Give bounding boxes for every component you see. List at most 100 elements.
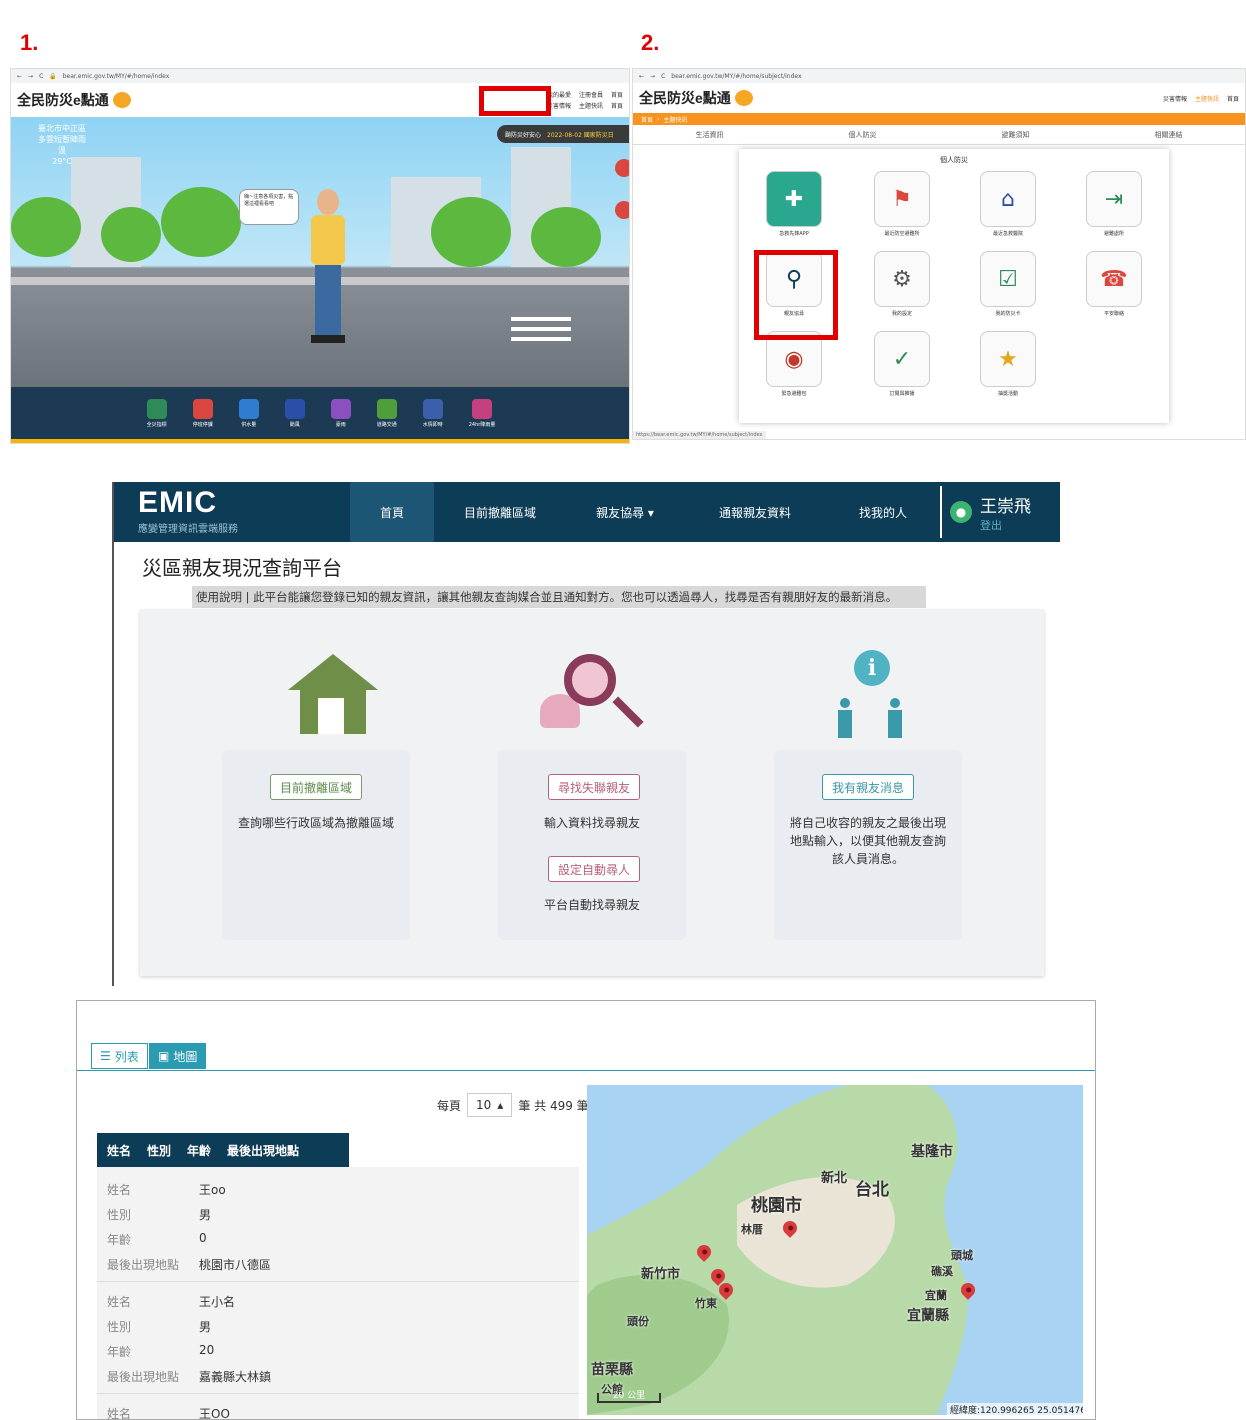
grid-item-settings[interactable]: ⚙ 我的設定 (873, 251, 931, 317)
user-name: 王崇飛 (980, 496, 1031, 517)
url-text[interactable]: bear.emic.gov.tw/MY/#/home/index (63, 73, 170, 80)
weather-temp: 29°C (52, 157, 72, 166)
grid-item-firstaid[interactable]: ✚ 急救先鋒APP (765, 171, 823, 237)
quick-icon-school[interactable]: 停班停課 (192, 398, 213, 428)
grid-item-evac[interactable]: ⇥ 避難處所 (1085, 171, 1143, 237)
main-menu: 災害情報 主題快訊 首頁 (547, 101, 623, 110)
tab-list[interactable]: ☰ 列表 (91, 1043, 148, 1069)
grid-item-hospital[interactable]: ⌂ 最近急救醫院 (979, 171, 1037, 237)
rainfall-icon (472, 398, 493, 419)
fire-icon[interactable] (615, 201, 629, 219)
record-name: 王OO (199, 1407, 230, 1420)
panel-subject-screenshot: ← → C bear.emic.gov.tw/MY/#/home/subject… (632, 68, 1246, 440)
menu-home-2[interactable]: 首頁 (1227, 94, 1239, 103)
quick-icon-water[interactable]: 供水量 (238, 398, 259, 428)
bear-mascot-icon (112, 92, 131, 108)
menu-topics-2[interactable]: 主題快訊 (1195, 94, 1219, 103)
first-aid-icon: ✚ (766, 171, 822, 227)
forward-icon[interactable]: → (650, 73, 655, 80)
auto-search-button[interactable]: 設定自動尋人 (548, 856, 640, 882)
col-age[interactable]: 年齡 (187, 1142, 211, 1159)
back-icon[interactable]: ← (639, 73, 644, 80)
site-logo[interactable]: 全民防災e點通 (17, 90, 109, 110)
ticker-badge: 颱防災好安心 (505, 131, 542, 139)
map-icon: ▣ (158, 1049, 170, 1063)
breadcrumb-topics: 主題快訊 (663, 116, 688, 124)
grid-item-lottery[interactable]: ★ 抽獎活動 (979, 331, 1037, 397)
nav-find-me[interactable]: 找我的人 (826, 482, 940, 542)
per-page-select[interactable]: 10 ▴ (467, 1093, 513, 1117)
page-title: 災區親友現況查詢平台 (142, 556, 342, 580)
tab-personal[interactable]: 個人防災 (849, 130, 877, 140)
alert-icon[interactable] (615, 159, 629, 177)
family-news-desc: 將自己收容的親友之最後出現地點輸入，以便其他親友查詢該人員消息。 (789, 816, 946, 866)
logout-link[interactable]: 登出 (980, 517, 1031, 533)
top-link-home[interactable]: 首頁 (611, 90, 623, 99)
col-location[interactable]: 最後出現地點 (227, 1142, 299, 1159)
nav-family-search[interactable]: 親友協尋 ▾ (566, 482, 684, 542)
quick-icon-rainfall[interactable]: 24hr降雨量 (469, 398, 495, 428)
col-gender[interactable]: 性別 (147, 1142, 171, 1159)
site-header-2: 全民防災e點通 災害情報 主題快訊 首頁 (633, 83, 1245, 113)
panel-emic-platform: EMIC 應變管理資訊雲端服務 首頁 目前撤離區域 親友協尋 ▾ 通報親友資料 … (112, 482, 1060, 986)
tab-life-info[interactable]: 生活資訊 (696, 130, 724, 140)
tab-map[interactable]: ▣ 地圖 (149, 1043, 207, 1069)
quick-icon-all[interactable]: 全災指標 (146, 398, 167, 428)
breadcrumb-home[interactable]: 首頁 (641, 115, 653, 124)
quick-icon-road[interactable]: 道路交通 (376, 398, 397, 428)
feature-area: i 目前撤離區域 查詢哪些行政區域為撤離區域 尋找失聯親友 輸入資料找尋親友 設… (140, 610, 1044, 976)
table-header: 姓名 性別 年齡 最後出現地點 (97, 1133, 349, 1167)
grid-item-safety[interactable]: ☎ 平安聯絡 (1085, 251, 1143, 317)
shelter-icon: ⚑ (874, 171, 930, 227)
pagination-control: 每頁 10 ▴ 筆 共 499 筆 (437, 1093, 589, 1117)
quick-icon-typhoon[interactable]: 颱風 (284, 398, 305, 428)
map-view[interactable]: 基隆市 新北 台北 桃園市 林厝 新竹市 竹東 頭份 頭城 礁溪 宜蘭 宜蘭縣 … (587, 1085, 1083, 1415)
tab-links[interactable]: 相關連結 (1155, 130, 1183, 140)
browser-address-bar-2: ← → C bear.emic.gov.tw/MY/#/home/subject… (633, 69, 1245, 83)
family-news-button[interactable]: 我有親友消息 (822, 774, 914, 800)
nav-home[interactable]: 首頁 (350, 482, 434, 542)
exit-icon: ⇥ (1086, 171, 1142, 227)
grid-item-shelter[interactable]: ⚑ 最近防空避難所 (873, 171, 931, 237)
tab-evacuation[interactable]: 避難須知 (1002, 130, 1030, 140)
evacuation-area-button[interactable]: 目前撤離區域 (270, 774, 362, 800)
checklist-icon: ☑ (980, 251, 1036, 307)
quick-icon-waterinfo[interactable]: 水情即時 (422, 398, 443, 428)
highlight-menu-box (479, 86, 551, 116)
user-menu[interactable]: ● 王崇飛 登出 (942, 482, 1031, 542)
nav-report-family[interactable]: 通報親友資料 (684, 482, 826, 542)
url-text-2[interactable]: bear.emic.gov.tw/MY/#/home/subject/index (671, 73, 801, 80)
reload-icon[interactable]: C (661, 73, 665, 80)
top-link-register[interactable]: 注冊會員 (579, 90, 603, 99)
search-person-icon (540, 654, 644, 738)
quick-icon-rain[interactable]: 豪雨 (330, 398, 351, 428)
news-ticker[interactable]: 颱防災好安心 2022-08-02 國家防災日 (497, 125, 629, 143)
record-location: 桃園市八德區 (199, 1258, 272, 1272)
menu-topics[interactable]: 主題快訊 (579, 101, 603, 110)
bear-mascot-icon (734, 90, 753, 106)
emic-logo[interactable]: EMIC 應變管理資訊雲端服務 (114, 482, 350, 542)
speech-bubble: 嗨~注意各項災害，點選這裡看看吧 (239, 189, 299, 225)
list-icon: ☰ (100, 1049, 111, 1063)
col-name[interactable]: 姓名 (107, 1142, 131, 1159)
forward-icon[interactable]: → (28, 73, 33, 80)
school-icon (192, 398, 213, 419)
find-missing-button[interactable]: 尋找失聯親友 (548, 774, 640, 800)
back-icon[interactable]: ← (17, 73, 22, 80)
panel-home-screenshot: ← → C 🔒 bear.emic.gov.tw/MY/#/home/index… (10, 68, 630, 444)
grid-item-card[interactable]: ☑ 我的防災卡 (979, 251, 1037, 317)
road-icon (376, 398, 397, 419)
weather-widget: 臺北市中正區 多雲短暫陣雨 溫 29°C (17, 123, 107, 167)
grid-item-subscribe[interactable]: ✓ 訂閱與推播 (873, 331, 931, 397)
menu-disaster-info-2[interactable]: 災害情報 (1163, 94, 1187, 103)
main-menu-2: 災害情報 主題快訊 首頁 (1163, 94, 1239, 103)
nav-evacuation[interactable]: 目前撤離區域 (434, 482, 566, 542)
reload-icon[interactable]: C (39, 73, 43, 80)
record-gender: 男 (199, 1320, 212, 1334)
typhoon-icon (284, 398, 305, 419)
panel-results: ☰ 列表 ▣ 地圖 每頁 10 ▴ 筆 共 499 筆 姓名 性別 年齡 最後出現地點… (76, 1000, 1096, 1420)
grid-item-bag[interactable]: ◉ 緊急避難包 (765, 331, 823, 397)
site-logo-2[interactable]: 全民防災e點通 (639, 88, 731, 108)
menu-home[interactable]: 首頁 (611, 101, 623, 110)
top-links: 我的最愛 注冊會員 首頁 (547, 90, 623, 99)
